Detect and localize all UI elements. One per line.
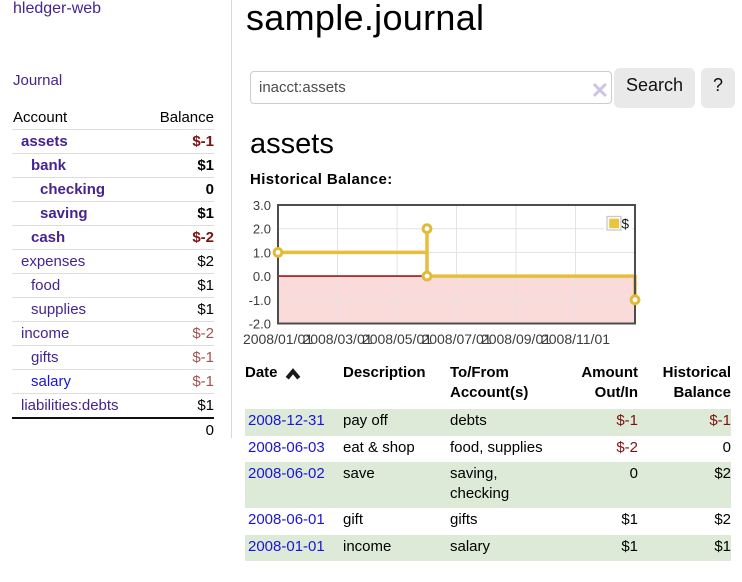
svg-text:-2.0: -2.0 — [249, 317, 271, 332]
svg-text:2.0: 2.0 — [253, 222, 271, 237]
svg-text:-1.0: -1.0 — [249, 293, 271, 308]
svg-text:0.0: 0.0 — [253, 269, 271, 284]
svg-text:2008/11/01: 2008/11/01 — [541, 331, 610, 347]
svg-text:1.0: 1.0 — [253, 245, 271, 260]
svg-text:3.0: 3.0 — [253, 198, 271, 213]
svg-text:$: $ — [622, 217, 630, 232]
